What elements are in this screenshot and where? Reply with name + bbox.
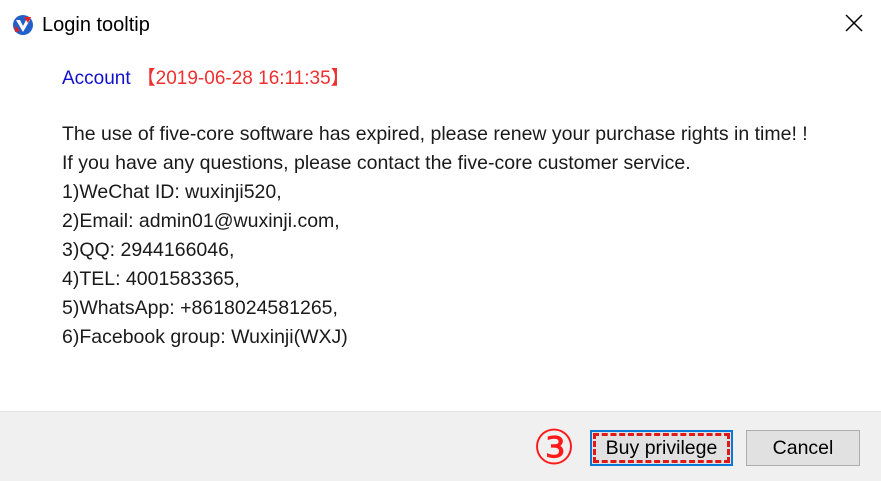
contact-qq: 3)QQ: 2944166046, — [62, 239, 235, 261]
account-label: Account — [62, 68, 131, 89]
title-bar: Login tooltip — [0, 0, 881, 50]
contact-facebook: 6)Facebook group: Wuxinji(WXJ) — [62, 326, 348, 348]
contact-whatsapp: 5)WhatsApp: +8618024581265, — [62, 297, 338, 319]
contact-tel: 4)TEL: 4001583365, — [62, 268, 240, 290]
account-line: Account 【2019-06-28 16:11:35】 — [62, 64, 350, 94]
message-body: The use of five-core software has expire… — [62, 120, 874, 352]
cancel-button[interactable]: Cancel — [746, 430, 860, 466]
expired-notice: The use of five-core software has expire… — [62, 123, 808, 145]
contact-wechat: 1)WeChat ID: wuxinji520, — [62, 181, 282, 203]
buy-privilege-label: Buy privilege — [605, 436, 718, 459]
close-button[interactable] — [837, 8, 871, 42]
login-tooltip-dialog: Login tooltip Account 【2019-06-28 16:11:3… — [0, 0, 881, 481]
window-title: Login tooltip — [42, 14, 150, 36]
account-timestamp: 【2019-06-28 16:11:35】 — [136, 68, 350, 89]
close-icon — [845, 13, 863, 37]
cancel-label: Cancel — [772, 436, 834, 459]
app-logo-icon — [12, 14, 34, 36]
contact-email: 2)Email: admin01@wuxinji.com, — [62, 210, 340, 232]
contact-intro: If you have any questions, please contac… — [62, 152, 691, 174]
button-bar: ③ Buy privilege Cancel — [0, 411, 881, 481]
buy-privilege-button[interactable]: Buy privilege — [590, 430, 733, 466]
step-marker-annotation: ③ — [532, 420, 576, 476]
